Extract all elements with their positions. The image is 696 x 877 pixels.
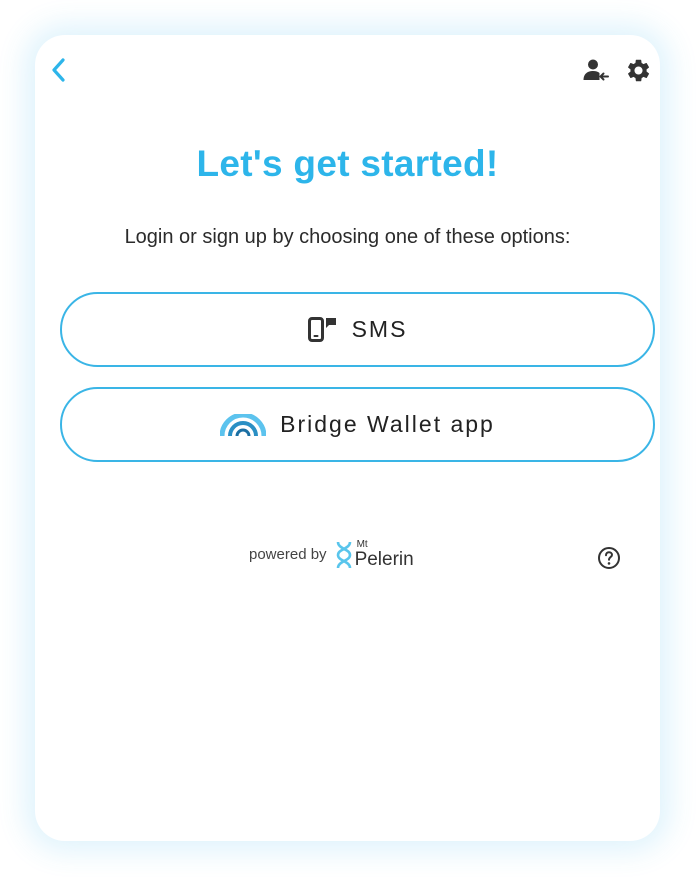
help-button[interactable] — [597, 546, 621, 570]
mt-pelerin-logo: Mt Pelerin — [335, 540, 414, 569]
page-subtitle: Login or sign up by choosing one of thes… — [124, 226, 571, 248]
chevron-left-icon — [52, 58, 65, 82]
gear-icon — [627, 59, 649, 81]
phone-message-icon — [307, 316, 336, 342]
sms-label: SMS — [351, 316, 408, 342]
logo-pelerin-text: Pelerin — [354, 549, 414, 570]
header-actions — [582, 55, 652, 85]
powered-by-footer: powered by Mt Pelerin — [249, 540, 414, 570]
help-circle-icon — [598, 547, 620, 569]
bridge-wallet-label: Bridge Wallet app — [280, 411, 495, 437]
bridge-wallet-logo-icon — [220, 413, 267, 436]
settings-button[interactable] — [624, 55, 652, 85]
mt-pelerin-mark-icon — [336, 541, 351, 569]
person-login-icon — [583, 59, 609, 81]
page-title: Let's get started! — [196, 143, 499, 184]
back-button[interactable] — [47, 55, 71, 85]
bridge-wallet-login-button[interactable]: Bridge Wallet app — [60, 387, 655, 462]
powered-by-text: powered by — [249, 546, 327, 563]
logo-text: Mt Pelerin — [354, 540, 414, 570]
login-button[interactable] — [582, 55, 610, 85]
sms-login-button[interactable]: SMS — [60, 292, 655, 367]
login-card: Let's get started! Login or sign up by c… — [35, 35, 660, 841]
